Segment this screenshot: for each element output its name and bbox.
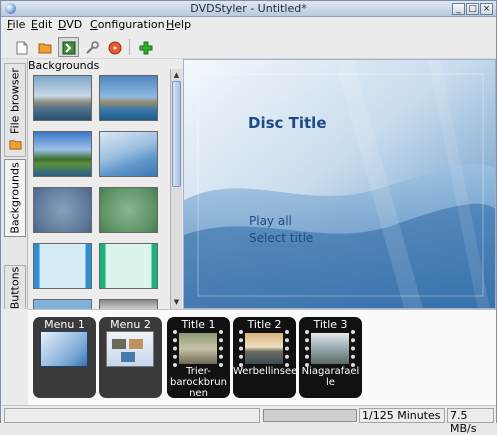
backgrounds-panel: Backgrounds bbox=[28, 59, 182, 309]
background-thumbnail[interactable] bbox=[99, 75, 158, 121]
close-button[interactable]: × bbox=[480, 3, 493, 15]
maximize-button[interactable]: □ bbox=[466, 3, 479, 15]
background-thumbnail[interactable] bbox=[99, 131, 158, 177]
background-thumbnail[interactable] bbox=[33, 299, 92, 309]
status-bar: 1/125 Minutes 7.5 MB/s bbox=[1, 405, 496, 435]
backgrounds-scrollbar[interactable]: ▲ ▼ bbox=[170, 69, 182, 309]
film-strip bbox=[305, 330, 355, 367]
status-rate: 7.5 MB/s bbox=[447, 408, 494, 435]
tab-backgrounds[interactable]: Backgrounds bbox=[4, 159, 26, 237]
title-2-card[interactable]: Title 2 Werbellinsee bbox=[233, 317, 298, 398]
tab-file-browser-label: File browser bbox=[8, 67, 22, 134]
menu-preview[interactable]: Disc Title Play all Select title bbox=[183, 59, 496, 309]
title-bar: DVDStyler - Untitled* _ □ × bbox=[1, 1, 496, 17]
status-message bbox=[4, 408, 260, 423]
menu-thumbnail bbox=[106, 331, 154, 367]
menu-1-card[interactable]: Menu 1 bbox=[33, 317, 96, 398]
open-button[interactable] bbox=[34, 37, 55, 57]
toolbar bbox=[1, 35, 496, 59]
add-button[interactable] bbox=[135, 37, 156, 57]
tab-buttons-label: Buttons bbox=[8, 266, 22, 309]
tab-backgrounds-label: Backgrounds bbox=[8, 162, 22, 234]
background-thumbnail[interactable] bbox=[33, 187, 92, 233]
tab-file-browser[interactable]: File browser bbox=[4, 63, 26, 157]
scroll-down-icon[interactable]: ▼ bbox=[172, 297, 181, 307]
new-button[interactable] bbox=[11, 37, 32, 57]
title-name: Niagarafael le bbox=[301, 366, 360, 388]
menu-help[interactable]: Help bbox=[166, 18, 191, 31]
settings-wrench-icon bbox=[86, 41, 99, 54]
new-file-icon bbox=[16, 41, 28, 55]
disc-title-text[interactable]: Disc Title bbox=[248, 114, 327, 132]
open-folder-icon bbox=[38, 43, 52, 54]
status-duration: 1/125 Minutes bbox=[359, 408, 445, 423]
window-title: DVDStyler - Untitled* bbox=[190, 2, 307, 15]
background-thumbnail[interactable] bbox=[99, 243, 158, 289]
card-label: Menu 1 bbox=[44, 318, 85, 331]
backgrounds-panel-title: Backgrounds bbox=[28, 59, 100, 72]
app-window: DVDStyler - Untitled* _ □ × File Edit DV… bbox=[0, 0, 497, 435]
save-button[interactable] bbox=[58, 37, 79, 57]
menu-button-select-title[interactable]: Select title bbox=[249, 231, 313, 245]
menu-dvd[interactable]: DVD bbox=[58, 18, 82, 31]
side-tab-bar: File browser Backgrounds Buttons bbox=[1, 59, 28, 309]
burn-button[interactable] bbox=[104, 37, 125, 57]
preview-background bbox=[184, 60, 495, 308]
menu-file[interactable]: File bbox=[7, 18, 25, 31]
title-name: Trier- barockbrun nen bbox=[170, 366, 227, 399]
background-thumbnail[interactable] bbox=[99, 187, 158, 233]
film-strip bbox=[239, 330, 289, 367]
titleset-strip: Menu 1 Menu 2 Title 1 Trier- barockbrun … bbox=[28, 309, 496, 405]
save-icon bbox=[62, 41, 76, 55]
background-thumbnail[interactable] bbox=[33, 75, 92, 121]
menu-configuration[interactable]: Configuration bbox=[90, 18, 165, 31]
tab-buttons[interactable]: Buttons bbox=[4, 265, 26, 309]
menu-2-card[interactable]: Menu 2 bbox=[99, 317, 162, 398]
title-3-card[interactable]: Title 3 Niagarafael le bbox=[299, 317, 362, 398]
title-1-card[interactable]: Title 1 Trier- barockbrun nen bbox=[167, 317, 230, 399]
toolbar-separator bbox=[129, 39, 130, 55]
menu-bar: File Edit DVD Configuration Help bbox=[1, 17, 496, 35]
card-label: Menu 2 bbox=[110, 318, 151, 331]
menu-thumbnail bbox=[40, 331, 88, 367]
menu-edit[interactable]: Edit bbox=[31, 18, 52, 31]
background-thumbnail[interactable] bbox=[99, 299, 158, 309]
add-icon bbox=[139, 41, 153, 55]
scrollbar-thumb[interactable] bbox=[172, 81, 181, 187]
title-name: Werbellinsee bbox=[233, 366, 298, 377]
folder-icon bbox=[9, 140, 22, 150]
menu-button-play-all[interactable]: Play all bbox=[249, 214, 292, 228]
background-thumbnail[interactable] bbox=[33, 131, 92, 177]
burn-disc-icon bbox=[108, 41, 122, 55]
film-strip bbox=[173, 330, 223, 367]
scroll-up-icon[interactable]: ▲ bbox=[172, 70, 181, 80]
minimize-button[interactable]: _ bbox=[452, 3, 465, 15]
background-thumbnail[interactable] bbox=[33, 243, 92, 289]
settings-button[interactable] bbox=[81, 37, 102, 57]
disc-usage-bar bbox=[263, 409, 357, 422]
